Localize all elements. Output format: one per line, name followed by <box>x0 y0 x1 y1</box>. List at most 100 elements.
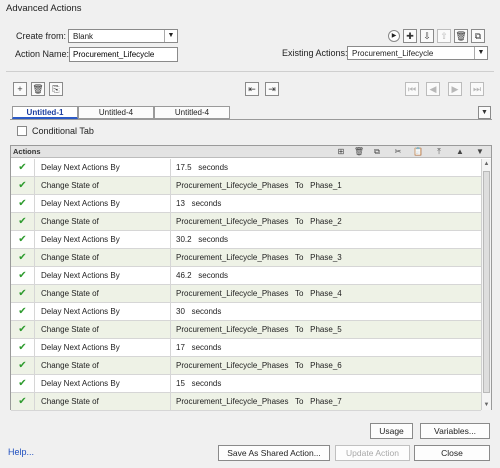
add-action-icon[interactable]: ✚ <box>403 29 417 43</box>
move-tab-right-icon[interactable]: ⇥ <box>265 82 279 96</box>
last-tab-icon[interactable]: ⏭ <box>470 82 484 96</box>
action-parameter-cell[interactable]: 30.2 seconds <box>172 231 472 248</box>
delete-row-icon[interactable]: 🗑 <box>352 146 366 158</box>
checkmark-icon[interactable]: ✔ <box>11 249 35 266</box>
action-type-cell[interactable]: Change State of <box>36 285 171 302</box>
tab-untitled-4-second[interactable]: Untitled-4 <box>154 106 230 119</box>
add-tab-icon[interactable]: + <box>13 82 27 96</box>
action-parameter-cell[interactable]: 13 seconds <box>172 195 472 212</box>
action-type-cell[interactable]: Delay Next Actions By <box>36 159 171 176</box>
table-row[interactable]: ✔ Delay Next Actions By 13 seconds <box>11 195 481 213</box>
checkmark-icon[interactable]: ✔ <box>11 231 35 248</box>
action-parameter-cell[interactable]: Procurement_Lifecycle_Phases To Phase_7 <box>172 393 472 410</box>
checkmark-icon[interactable]: ✔ <box>11 357 35 374</box>
tab-untitled-1[interactable]: Untitled-1 <box>12 106 78 119</box>
action-type-cell[interactable]: Delay Next Actions By <box>36 195 171 212</box>
checkmark-icon[interactable]: ✔ <box>11 285 35 302</box>
move-tab-left-icon[interactable]: ⇤ <box>245 82 259 96</box>
scroll-up-icon[interactable]: ▲ <box>482 159 491 169</box>
scrollbar-thumb[interactable] <box>483 171 490 393</box>
action-parameter-cell[interactable]: Procurement_Lifecycle_Phases To Phase_2 <box>172 213 472 230</box>
copy-row-icon[interactable]: ⧉ <box>370 146 384 158</box>
checkmark-icon[interactable]: ✔ <box>11 339 35 356</box>
delete-tab-icon[interactable]: 🗑 <box>31 82 45 96</box>
action-type-cell[interactable]: Change State of <box>36 213 171 230</box>
checkmark-icon[interactable]: ✔ <box>11 303 35 320</box>
delete-action-icon[interactable]: 🗑 <box>454 29 468 43</box>
checkmark-icon[interactable]: ✔ <box>11 195 35 212</box>
table-row[interactable]: ✔ Delay Next Actions By 30 seconds <box>11 303 481 321</box>
actions-panel-header: Actions ⊞ 🗑 ⧉ ✂ 📋 ⤒ ▲ ▼ <box>11 146 491 158</box>
action-parameter-cell[interactable]: 17 seconds <box>172 339 472 356</box>
cut-icon[interactable]: ✂ <box>391 146 405 158</box>
save-as-shared-action-button[interactable]: Save As Shared Action... <box>218 445 330 461</box>
action-parameter-cell[interactable]: Procurement_Lifecycle_Phases To Phase_4 <box>172 285 472 302</box>
action-type-cell[interactable]: Delay Next Actions By <box>36 303 171 320</box>
move-up-icon[interactable]: ▲ <box>453 146 467 158</box>
checkmark-icon[interactable]: ✔ <box>11 267 35 284</box>
duplicate-action-icon[interactable]: ⧉ <box>471 29 485 43</box>
table-row[interactable]: ✔ Delay Next Actions By 30.2 seconds <box>11 231 481 249</box>
checkmark-icon[interactable]: ✔ <box>11 375 35 392</box>
export-action-icon[interactable]: ⇧ <box>437 29 451 43</box>
checkmark-icon[interactable]: ✔ <box>11 393 35 410</box>
previous-tab-icon[interactable]: ◀ <box>426 82 440 96</box>
action-type-cell[interactable]: Change State of <box>36 393 171 410</box>
action-parameter-cell[interactable]: 17.5 seconds <box>172 159 472 176</box>
table-row[interactable]: ✔ Change State of Procurement_Lifecycle_Ph… <box>11 249 481 267</box>
table-row[interactable]: ✔ Delay Next Actions By 15 seconds <box>11 375 481 393</box>
checkmark-icon[interactable]: ✔ <box>11 321 35 338</box>
close-button[interactable]: Close <box>414 445 490 461</box>
table-row[interactable]: ✔ Change State of Procurement_Lifecycle_Ph… <box>11 357 481 375</box>
actions-scrollbar[interactable]: ▲ ▼ <box>481 159 491 410</box>
table-row[interactable]: ✔ Change State of Procurement_Lifecycle_Ph… <box>11 213 481 231</box>
table-row[interactable]: ✔ Change State of Procurement_Lifecycle_Ph… <box>11 321 481 339</box>
action-parameter-cell[interactable]: 30 seconds <box>172 303 472 320</box>
tab-list-dropdown[interactable]: ▼ <box>478 106 491 119</box>
variables-button[interactable]: Variables... <box>420 423 490 439</box>
table-row[interactable]: ✔ Change State of Procurement_Lifecycle_Ph… <box>11 285 481 303</box>
existing-actions-select[interactable]: Procurement_Lifecycle ▼ <box>347 46 488 60</box>
copy-tab-icon[interactable]: ⎘ <box>49 82 63 96</box>
action-parameter-cell[interactable]: 46.2 seconds <box>172 267 472 284</box>
update-action-button[interactable]: Update Action <box>335 445 410 461</box>
import-action-icon[interactable]: ⇩ <box>420 29 434 43</box>
next-tab-icon[interactable]: ▶ <box>448 82 462 96</box>
table-row[interactable]: ✔ Change State of Procurement_Lifecycle_Ph… <box>11 393 481 411</box>
conditional-tab-checkbox[interactable] <box>17 126 27 136</box>
insert-action-icon[interactable]: ⊞ <box>334 146 348 158</box>
insert-above-icon[interactable]: ⤒ <box>432 146 446 158</box>
tab-untitled-4[interactable]: Untitled-4 <box>78 106 154 119</box>
action-parameter-cell[interactable]: Procurement_Lifecycle_Phases To Phase_5 <box>172 321 472 338</box>
checkmark-icon[interactable]: ✔ <box>11 177 35 194</box>
action-parameter-cell[interactable]: Procurement_Lifecycle_Phases To Phase_1 <box>172 177 472 194</box>
table-row[interactable]: ✔ Delay Next Actions By 46.2 seconds <box>11 267 481 285</box>
action-type-cell[interactable]: Delay Next Actions By <box>36 339 171 356</box>
chevron-down-icon: ▼ <box>164 30 177 42</box>
action-type-cell[interactable]: Change State of <box>36 177 171 194</box>
paste-icon[interactable]: 📋 <box>411 146 425 158</box>
advanced-actions-dialog: Advanced Actions Create from: Blank ▼ Ac… <box>0 0 500 468</box>
scroll-down-icon[interactable]: ▼ <box>482 400 491 410</box>
action-type-cell[interactable]: Change State of <box>36 321 171 338</box>
move-down-icon[interactable]: ▼ <box>473 146 487 158</box>
action-type-cell[interactable]: Change State of <box>36 357 171 374</box>
action-parameter-cell[interactable]: Procurement_Lifecycle_Phases To Phase_6 <box>172 357 472 374</box>
action-type-cell[interactable]: Delay Next Actions By <box>36 375 171 392</box>
checkmark-icon[interactable]: ✔ <box>11 213 35 230</box>
create-from-select[interactable]: Blank ▼ <box>68 29 178 43</box>
action-name-input[interactable] <box>69 47 178 62</box>
action-type-cell[interactable]: Change State of <box>36 249 171 266</box>
first-tab-icon[interactable]: ⏮ <box>405 82 419 96</box>
usage-button[interactable]: Usage <box>370 423 413 439</box>
play-preview-icon[interactable]: ▶ <box>388 30 400 42</box>
action-parameter-cell[interactable]: Procurement_Lifecycle_Phases To Phase_3 <box>172 249 472 266</box>
action-parameter-cell[interactable]: 15 seconds <box>172 375 472 392</box>
table-row[interactable]: ✔ Delay Next Actions By 17 seconds <box>11 339 481 357</box>
help-link[interactable]: Help... <box>8 447 34 457</box>
checkmark-icon[interactable]: ✔ <box>11 159 35 176</box>
action-type-cell[interactable]: Delay Next Actions By <box>36 267 171 284</box>
table-row[interactable]: ✔ Change State of Procurement_Lifecycle_Ph… <box>11 177 481 195</box>
table-row[interactable]: ✔ Delay Next Actions By 17.5 seconds <box>11 159 481 177</box>
action-type-cell[interactable]: Delay Next Actions By <box>36 231 171 248</box>
